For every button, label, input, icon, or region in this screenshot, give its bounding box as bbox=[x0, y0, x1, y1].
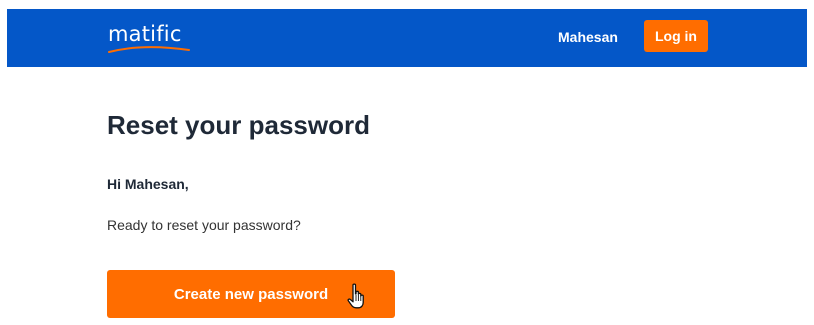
hand-pointer-icon bbox=[347, 283, 364, 309]
greeting-text: Hi Mahesan, bbox=[107, 176, 189, 192]
site-header: matific Mahesan Log in bbox=[7, 9, 807, 67]
reset-message: Ready to reset your password? bbox=[107, 217, 301, 233]
user-name[interactable]: Mahesan bbox=[558, 28, 618, 46]
login-button[interactable]: Log in bbox=[644, 20, 708, 52]
page-title: Reset your password bbox=[107, 110, 370, 140]
logo-swoosh-icon bbox=[108, 46, 190, 53]
page: matific Mahesan Log in Reset your passwo… bbox=[0, 0, 814, 325]
